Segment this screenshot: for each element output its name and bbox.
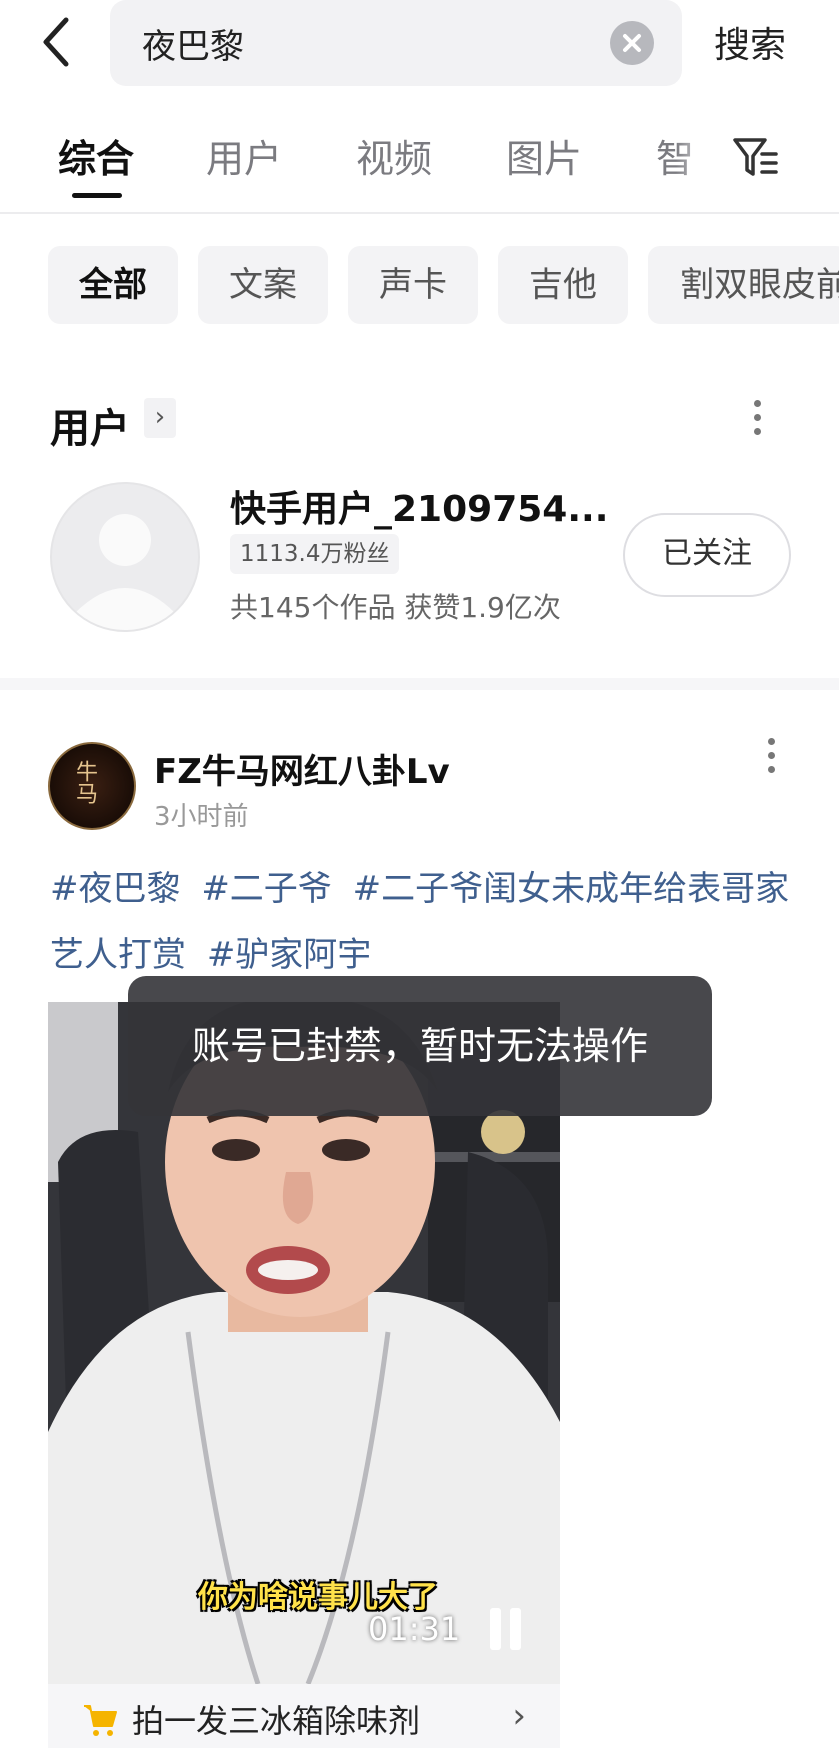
users-section-more[interactable]: › xyxy=(144,398,176,438)
default-avatar-icon xyxy=(74,514,176,630)
tabs-divider xyxy=(0,212,839,214)
hashtag-link[interactable]: #驴家阿宇 xyxy=(207,935,372,975)
hashtag-link[interactable]: #夜巴黎 xyxy=(50,869,181,909)
product-label: 拍一发三冰箱除味剂 xyxy=(132,1702,421,1740)
avatar[interactable] xyxy=(50,482,200,632)
pause-button[interactable] xyxy=(490,1608,522,1650)
filter-icon xyxy=(733,138,778,176)
section-divider xyxy=(0,678,839,690)
users-section-title: 用户 xyxy=(50,406,130,452)
chip-all[interactable]: 全部 xyxy=(48,246,178,324)
fans-count-badge: 1113.4万粉丝 xyxy=(230,534,400,574)
tab-users[interactable]: 用户 xyxy=(206,128,282,183)
clear-icon xyxy=(623,34,641,52)
chip-copywriting[interactable]: 文案 xyxy=(198,246,328,324)
hashtag-link[interactable]: #二子爷 xyxy=(201,869,332,909)
back-button[interactable] xyxy=(36,14,84,70)
chip-sound-card[interactable]: 声卡 xyxy=(348,246,478,324)
post-hashtags: #夜巴黎 #二子爷 #二子爷闺女未成年给表哥家艺人打赏 #驴家阿宇 xyxy=(50,856,790,988)
more-icon[interactable] xyxy=(751,400,763,444)
toast-message: 账号已封禁，暂时无法操作 xyxy=(128,976,712,1116)
tab-fade xyxy=(676,118,716,188)
clear-button[interactable] xyxy=(610,21,654,65)
more-icon[interactable] xyxy=(765,738,777,782)
tab-videos[interactable]: 视频 xyxy=(356,128,432,183)
chevron-right-icon: › xyxy=(512,1696,526,1736)
post-timestamp: 3小时前 xyxy=(154,802,249,832)
user-name[interactable]: 快手用户_2109754... xyxy=(230,480,608,532)
user-stats: 共145个作品 获赞1.9亿次 xyxy=(230,591,561,624)
filter-button[interactable] xyxy=(730,132,780,182)
post-author-avatar[interactable]: 牛马 xyxy=(48,742,136,830)
video-duration: 01:31 xyxy=(368,1610,461,1648)
search-input[interactable] xyxy=(140,18,584,68)
search-button[interactable]: 搜索 xyxy=(714,16,786,68)
post-author-name[interactable]: FZ牛马网红八卦Lv xyxy=(154,744,450,793)
search-box xyxy=(110,0,682,86)
avatar-logo: 牛马 xyxy=(72,760,97,804)
chip-guitar[interactable]: 吉他 xyxy=(498,246,628,324)
back-arrow-icon xyxy=(43,17,69,67)
tab-images[interactable]: 图片 xyxy=(506,128,582,183)
chip-double-eyelid[interactable]: 割双眼皮前 xyxy=(648,246,839,324)
cart-icon xyxy=(84,1705,117,1736)
product-link[interactable]: 拍一发三冰箱除味剂 › xyxy=(48,1684,560,1748)
active-tab-indicator xyxy=(72,193,122,198)
follow-button[interactable]: 已关注 xyxy=(623,513,791,597)
tab-comprehensive[interactable]: 综合 xyxy=(58,128,134,183)
